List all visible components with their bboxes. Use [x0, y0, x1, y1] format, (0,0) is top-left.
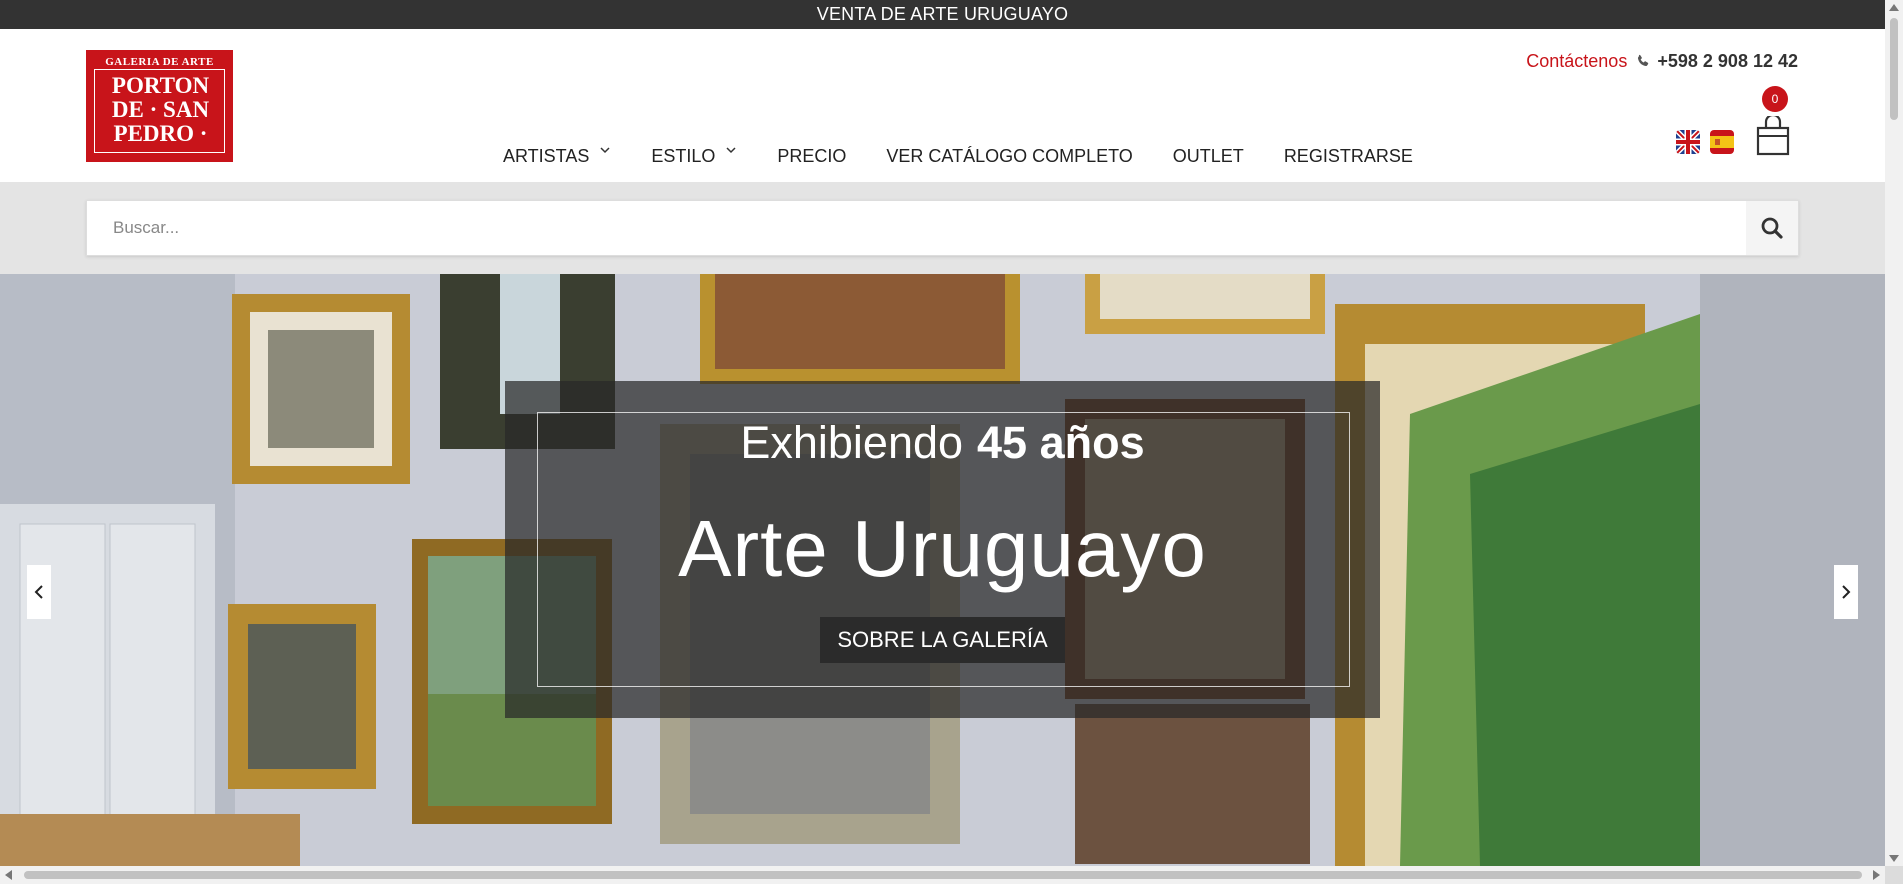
- phone-icon: [1638, 54, 1649, 67]
- scroll-up-arrow-icon[interactable]: [1889, 4, 1899, 11]
- nav-item-registrarse[interactable]: REGISTRARSE: [1284, 146, 1413, 167]
- carousel-next-button[interactable]: [1834, 565, 1858, 619]
- hero-subtitle: Exhibiendo 45 años: [505, 417, 1380, 469]
- contact-info: Contáctenos +598 2 908 12 42: [1526, 51, 1798, 72]
- hero-subtitle-years: 45 años: [977, 417, 1145, 468]
- chevron-down-icon: [726, 147, 736, 154]
- scrollbar-corner: [1885, 866, 1903, 884]
- logo-line-1: PORTON: [111, 73, 210, 98]
- uk-flag-icon[interactable]: [1676, 130, 1700, 154]
- logo-subtitle: GALERIA DE ARTE: [105, 56, 214, 68]
- nav-item-label: ARTISTAS: [503, 145, 590, 166]
- gallery-logo[interactable]: GALERIA DE ARTE PORTON DE · SAN PEDRO ·: [86, 50, 233, 162]
- chevron-right-icon: [1842, 585, 1851, 599]
- spain-flag-icon[interactable]: [1710, 130, 1734, 154]
- contact-link[interactable]: Contáctenos: [1526, 51, 1627, 71]
- nav-item-label: OUTLET: [1172, 145, 1244, 166]
- vertical-scrollbar[interactable]: [1885, 0, 1903, 866]
- top-announcement-bar: VENTA DE ARTE URUGUAYO: [0, 0, 1885, 29]
- search-input[interactable]: [87, 201, 1747, 255]
- logo-frame: PORTON DE · SAN PEDRO ·: [94, 69, 225, 153]
- top-announcement-text: VENTA DE ARTE URUGUAYO: [816, 4, 1069, 24]
- logo-line-3: PEDRO ·: [113, 121, 208, 146]
- hero-carousel: Exhibiendo 45 años Arte Uruguayo SOBRE LA…: [0, 274, 1885, 866]
- main-navigation: ARTISTAS ESTILO PRECIO VER CATÁLOGO COMP…: [503, 141, 1453, 171]
- horizontal-scrollbar[interactable]: [0, 866, 1885, 884]
- cart-count-badge: 0: [1762, 86, 1788, 112]
- hero-subtitle-prefix: Exhibiendo: [740, 417, 964, 468]
- search-bar: [86, 200, 1799, 256]
- chevron-down-icon: [600, 147, 610, 154]
- scroll-down-arrow-icon[interactable]: [1889, 855, 1899, 862]
- search-button[interactable]: [1746, 201, 1798, 255]
- nav-item-label: PRECIO: [777, 145, 847, 166]
- about-gallery-button[interactable]: SOBRE LA GALERÍA: [820, 617, 1065, 663]
- nav-item-artistas[interactable]: ARTISTAS: [503, 146, 611, 167]
- contact-phone-number[interactable]: +598 2 908 12 42: [1657, 51, 1798, 71]
- site-header: GALERIA DE ARTE PORTON DE · SAN PEDRO · …: [0, 29, 1885, 182]
- vertical-scroll-thumb[interactable]: [1890, 18, 1898, 120]
- nav-item-outlet[interactable]: OUTLET: [1173, 146, 1244, 167]
- scroll-left-arrow-icon[interactable]: [5, 870, 12, 880]
- carousel-prev-button[interactable]: [27, 565, 51, 619]
- search-band: [0, 182, 1885, 274]
- nav-item-precio[interactable]: PRECIO: [777, 146, 846, 167]
- chevron-left-icon: [34, 585, 43, 599]
- nav-item-estilo[interactable]: ESTILO: [651, 146, 737, 167]
- search-icon: [1761, 217, 1783, 239]
- hero-title: Arte Uruguayo: [678, 504, 1207, 593]
- nav-item-catalogo[interactable]: VER CATÁLOGO COMPLETO: [886, 146, 1132, 167]
- shopping-bag-icon[interactable]: [1755, 113, 1791, 156]
- logo-line-2: DE · SAN: [111, 97, 210, 122]
- nav-item-label: REGISTRARSE: [1283, 145, 1413, 166]
- scroll-right-arrow-icon[interactable]: [1873, 870, 1880, 880]
- nav-item-label: VER CATÁLOGO COMPLETO: [886, 145, 1133, 166]
- nav-item-label: ESTILO: [651, 145, 716, 166]
- horizontal-scroll-thumb[interactable]: [24, 871, 1862, 879]
- hero-caption-panel: Exhibiendo 45 años Arte Uruguayo SOBRE LA…: [505, 381, 1380, 718]
